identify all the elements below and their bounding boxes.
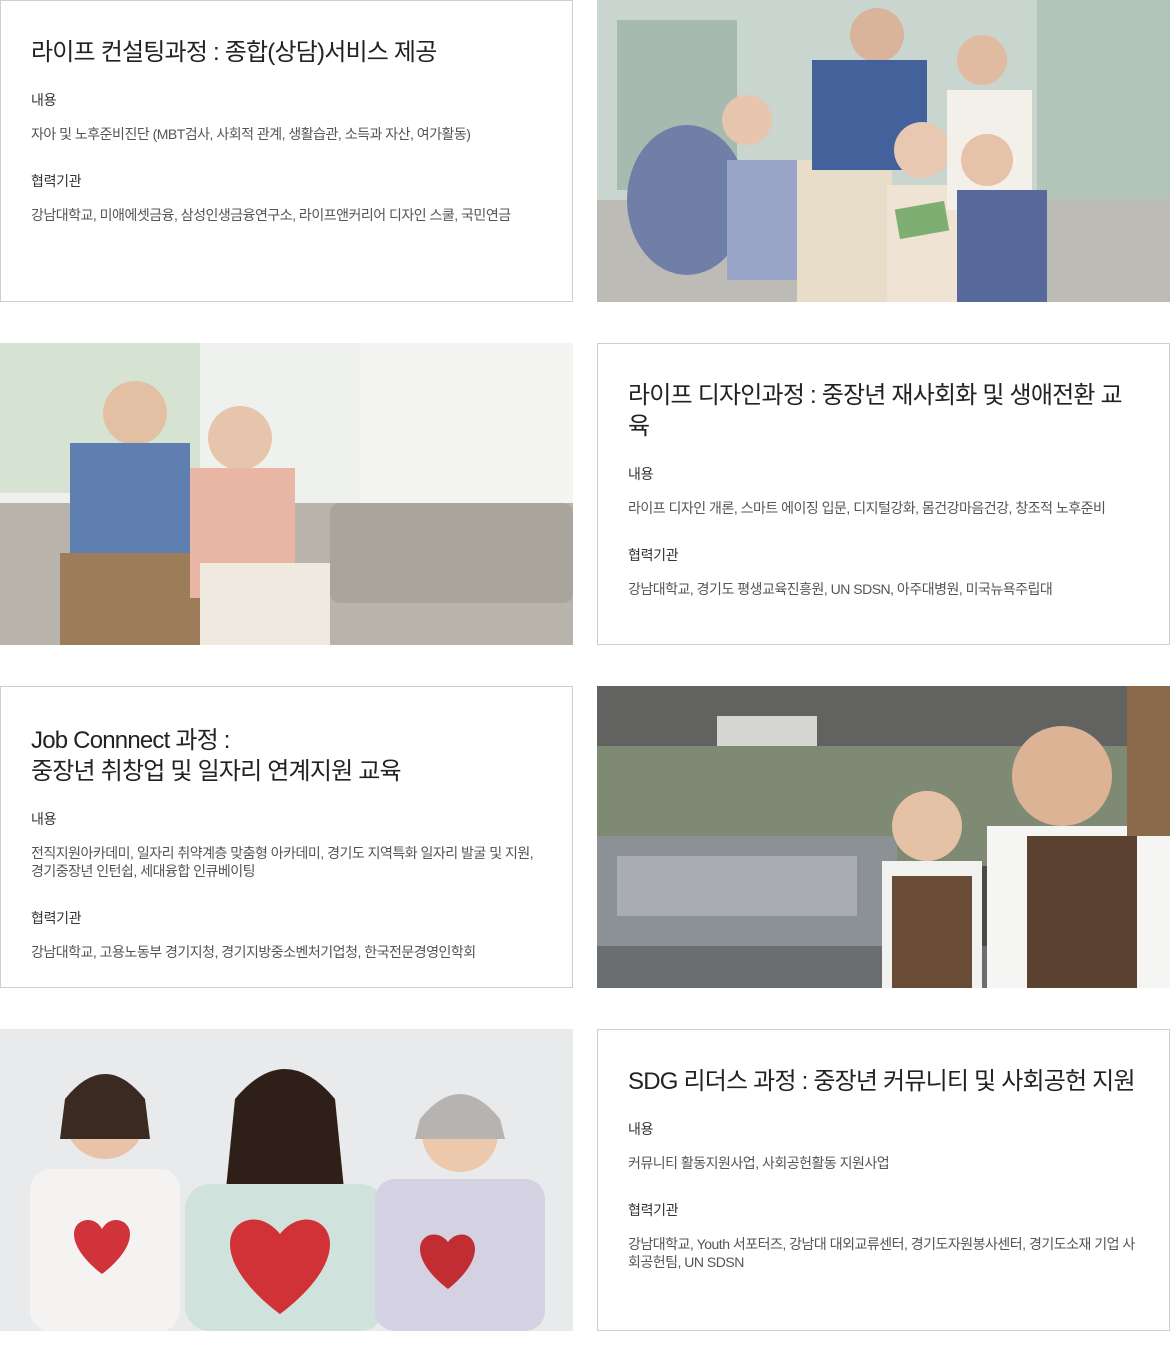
hearts-photo — [0, 1029, 573, 1331]
program-title: Job Connnect 과정 : 중장년 취창업 및 일자리 연계지원 교육 — [31, 725, 542, 787]
program-card-life-design: 라이프 디자인과정 : 중장년 재사회화 및 생애전환 교육 내용 라이프 디자… — [597, 343, 1170, 645]
partners-label: 협력기관 — [628, 1202, 679, 1218]
partners-text: 강남대학교, 미애에셋금융, 삼성인생금융연구소, 라이프앤커리어 디자인 스쿨… — [31, 207, 511, 223]
family-photo — [597, 0, 1170, 302]
program-card-sdg-leaders: SDG 리더스 과정 : 중장년 커뮤니티 및 사회공헌 지원 내용 커뮤니티 … — [597, 1029, 1170, 1331]
program-card-job-connect: Job Connnect 과정 : 중장년 취창업 및 일자리 연계지원 교육 … — [0, 686, 573, 988]
content-text: 전직지원아카데미, 일자리 취약계층 맞춤형 아카데미, 경기도 지역특화 일자… — [31, 845, 534, 879]
content-text: 자아 및 노후준비진단 (MBT검사, 사회적 관계, 생활습관, 소득과 자산… — [31, 126, 471, 142]
barista-photo — [597, 686, 1170, 988]
partners-text: 강남대학교, Youth 서포터즈, 강남대 대외교류센터, 경기도자원봉사센터… — [628, 1236, 1135, 1270]
content-label: 내용 — [628, 1121, 654, 1137]
program-title-line1: Job Connnect 과정 : — [31, 727, 230, 754]
content-label: 내용 — [31, 92, 57, 108]
program-title: 라이프 컨설팅과정 : 종합(상담)서비스 제공 — [31, 39, 437, 66]
partners-label: 협력기관 — [31, 910, 82, 926]
program-card-life-consulting: 라이프 컨설팅과정 : 종합(상담)서비스 제공 내용 자아 및 노후준비진단 … — [0, 0, 573, 302]
content-text: 커뮤니티 활동지원사업, 사회공헌활동 지원사업 — [628, 1155, 890, 1171]
partners-label: 협력기관 — [628, 547, 679, 563]
program-title: 라이프 디자인과정 : 중장년 재사회화 및 생애전환 교육 — [628, 382, 1123, 440]
content-label: 내용 — [628, 466, 654, 482]
partners-text: 강남대학교, 경기도 평생교육진흥원, UN SDSN, 아주대병원, 미국뉴욕… — [628, 581, 1053, 597]
content-text: 라이프 디자인 개론, 스마트 에이징 입문, 디지털강화, 몸건강마음건강, … — [628, 500, 1106, 516]
partners-label: 협력기관 — [31, 173, 82, 189]
program-title-line2: 중장년 취창업 및 일자리 연계지원 교육 — [31, 758, 402, 785]
content-label: 내용 — [31, 811, 57, 827]
program-title: SDG 리더스 과정 : 중장년 커뮤니티 및 사회공헌 지원 — [628, 1068, 1136, 1095]
partners-text: 강남대학교, 고용노동부 경기지청, 경기지방중소벤처기업청, 한국전문경영인학… — [31, 944, 476, 960]
elderly-couple-photo — [0, 343, 573, 645]
